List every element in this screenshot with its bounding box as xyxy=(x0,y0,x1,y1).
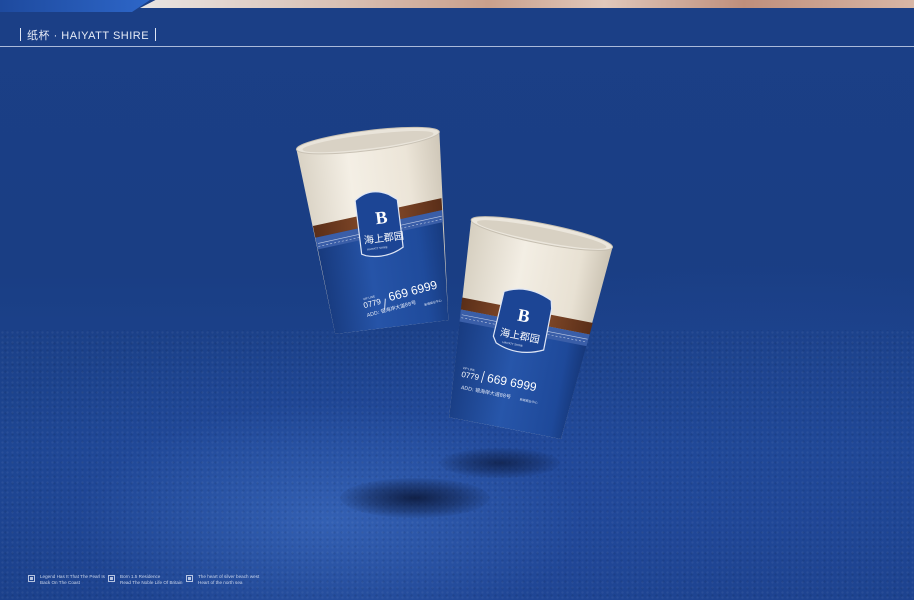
footer-item: Legend Has It That The Pearl Is Back On … xyxy=(28,574,105,586)
title-divider-right xyxy=(155,28,157,41)
cup-shadow-left xyxy=(340,478,490,518)
footer-item: Born 1.5 Residence Read The Noble Life O… xyxy=(108,574,182,586)
cup-logo-letter: B xyxy=(374,207,388,228)
page-title: 纸杯 · HAIYATT SHIRE xyxy=(14,28,162,43)
top-blue-band xyxy=(0,0,150,12)
footer-text: The heart of silver beach west Heart of … xyxy=(198,574,259,586)
footer-square-icon xyxy=(186,575,193,582)
title-cn: 纸杯 xyxy=(27,30,50,42)
title-en: HAIYATT SHIRE xyxy=(61,30,150,42)
top-decor-strip xyxy=(0,0,914,12)
header-underline xyxy=(0,46,914,47)
footer-text: Born 1.5 Residence Read The Noble Life O… xyxy=(120,574,182,586)
footer-item: The heart of silver beach west Heart of … xyxy=(186,574,259,586)
footer-line2: Back On The Coast xyxy=(40,580,81,585)
footer-captions: Legend Has It That The Pearl Is Back On … xyxy=(0,568,914,600)
title-dot: · xyxy=(53,30,58,42)
title-divider-left xyxy=(20,28,21,41)
footer-line2: Read The Noble Life Of Britain xyxy=(120,580,183,585)
mockup-stage: 纸杯 · HAIYATT SHIRE B 海上郡园 HAIYATT SHIRE … xyxy=(0,0,914,600)
top-copper-band xyxy=(140,0,914,8)
paper-cup-left: B 海上郡园 HAIYATT SHIRE VIP LINE 0779 669 6… xyxy=(292,110,464,336)
footer-square-icon xyxy=(28,575,35,582)
footer-square-icon xyxy=(108,575,115,582)
footer-line2: Heart of the north sea xyxy=(198,580,243,585)
cup-shadow-right xyxy=(440,448,560,478)
cup-illustration: B 海上郡园 HAIYATT SHIRE VIP LINE 0779 669 6… xyxy=(295,126,449,335)
footer-text: Legend Has It That The Pearl Is Back On … xyxy=(40,574,105,586)
